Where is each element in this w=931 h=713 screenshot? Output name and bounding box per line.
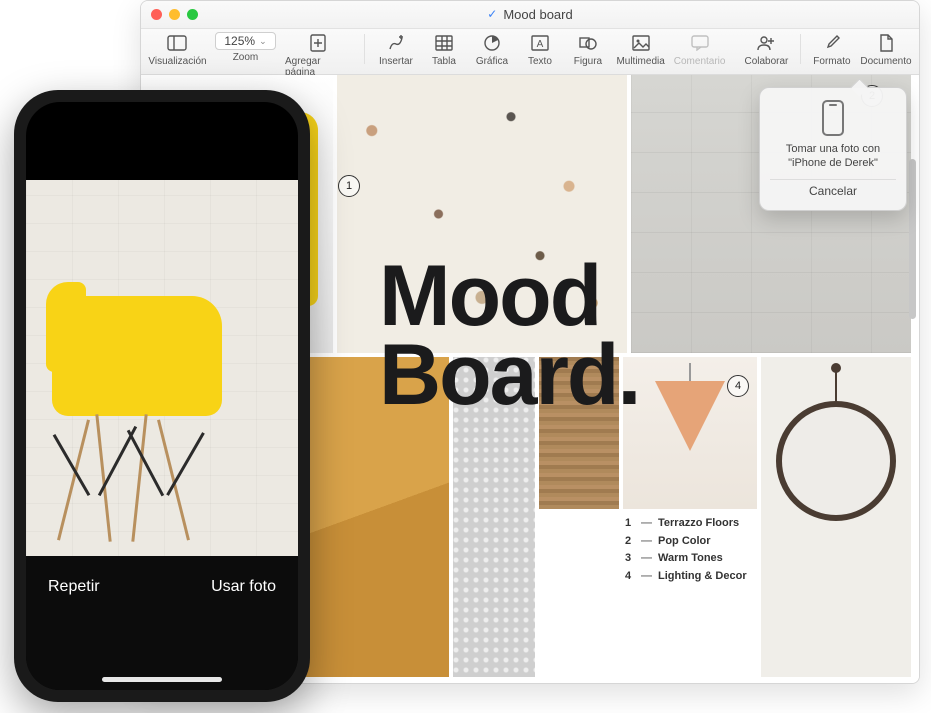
traffic-lights bbox=[141, 9, 198, 20]
separator bbox=[364, 34, 365, 64]
insert-icon bbox=[385, 32, 407, 54]
list-item: 2—Pop Color bbox=[625, 533, 747, 551]
view-button[interactable]: Visualización bbox=[149, 32, 206, 67]
table-button[interactable]: Tabla bbox=[425, 32, 463, 67]
collaborate-button[interactable]: Colaborar bbox=[745, 32, 788, 67]
media-icon bbox=[630, 32, 652, 54]
close-icon[interactable] bbox=[151, 9, 162, 20]
list-item: 4—Lighting & Decor bbox=[625, 568, 747, 586]
chair-photo bbox=[44, 296, 264, 542]
pie-chart-icon bbox=[481, 32, 503, 54]
insert-button[interactable]: Insertar bbox=[377, 32, 415, 67]
textbox-icon: A bbox=[529, 32, 551, 54]
iphone-device: Repetir Usar foto bbox=[14, 90, 310, 702]
scrollbar-thumb[interactable] bbox=[909, 159, 916, 319]
document-button[interactable]: Documento bbox=[861, 32, 911, 67]
add-page-icon bbox=[307, 32, 329, 54]
retake-button[interactable]: Repetir bbox=[48, 578, 100, 596]
phone-icon bbox=[822, 100, 844, 136]
cancel-button[interactable]: Cancelar bbox=[770, 179, 896, 202]
toolbar: Visualización 125% ⌄ Zoom Agregar página… bbox=[141, 29, 919, 75]
image-mirror[interactable] bbox=[761, 357, 911, 677]
legend-list[interactable]: 1—Terrazzo Floors 2—Pop Color 3—Warm Ton… bbox=[625, 515, 747, 585]
popover-text: Tomar una foto con "iPhone de Derek" bbox=[770, 142, 896, 171]
svg-text:A: A bbox=[537, 39, 544, 50]
edited-check-icon: ✓ bbox=[487, 7, 497, 22]
comment-icon bbox=[689, 32, 711, 54]
format-button[interactable]: Formato bbox=[813, 32, 851, 67]
window-title: Mood board bbox=[503, 7, 572, 22]
use-photo-button[interactable]: Usar foto bbox=[211, 578, 276, 596]
comment-button: Comentario bbox=[674, 32, 725, 67]
titlebar[interactable]: ✓ Mood board bbox=[141, 1, 919, 29]
camera-controls: Repetir Usar foto bbox=[26, 556, 298, 690]
shape-button[interactable]: Figura bbox=[569, 32, 607, 67]
zoom-control[interactable]: 125% ⌄ Zoom bbox=[216, 32, 275, 63]
media-button[interactable]: Multimedia bbox=[617, 32, 664, 67]
list-item: 3—Warm Tones bbox=[625, 550, 747, 568]
shape-icon bbox=[577, 32, 599, 54]
notch bbox=[97, 102, 227, 126]
person-add-icon bbox=[755, 32, 777, 54]
sidebar-icon bbox=[166, 32, 188, 54]
image-wood[interactable] bbox=[539, 357, 619, 509]
separator bbox=[800, 34, 801, 64]
table-icon bbox=[433, 32, 455, 54]
chevron-down-icon: ⌄ bbox=[259, 36, 267, 47]
text-button[interactable]: A Texto bbox=[521, 32, 559, 67]
callout-1[interactable]: 1 bbox=[338, 175, 360, 197]
document-icon bbox=[875, 32, 897, 54]
image-terrazzo[interactable] bbox=[337, 75, 627, 353]
image-rug[interactable] bbox=[453, 357, 535, 677]
callout-4[interactable]: 4 bbox=[727, 375, 749, 397]
list-item: 1—Terrazzo Floors bbox=[625, 515, 747, 533]
minimize-icon[interactable] bbox=[169, 9, 180, 20]
home-indicator[interactable] bbox=[102, 677, 222, 682]
chart-button[interactable]: Gráfica bbox=[473, 32, 511, 67]
continuity-camera-popover: Tomar una foto con "iPhone de Derek" Can… bbox=[759, 87, 907, 211]
add-page-button[interactable]: Agregar página bbox=[285, 32, 352, 78]
camera-preview[interactable] bbox=[26, 180, 298, 560]
iphone-screen: Repetir Usar foto bbox=[26, 102, 298, 690]
zoom-value: 125% bbox=[224, 34, 255, 48]
paintbrush-icon bbox=[821, 32, 843, 54]
zoom-icon[interactable] bbox=[187, 9, 198, 20]
